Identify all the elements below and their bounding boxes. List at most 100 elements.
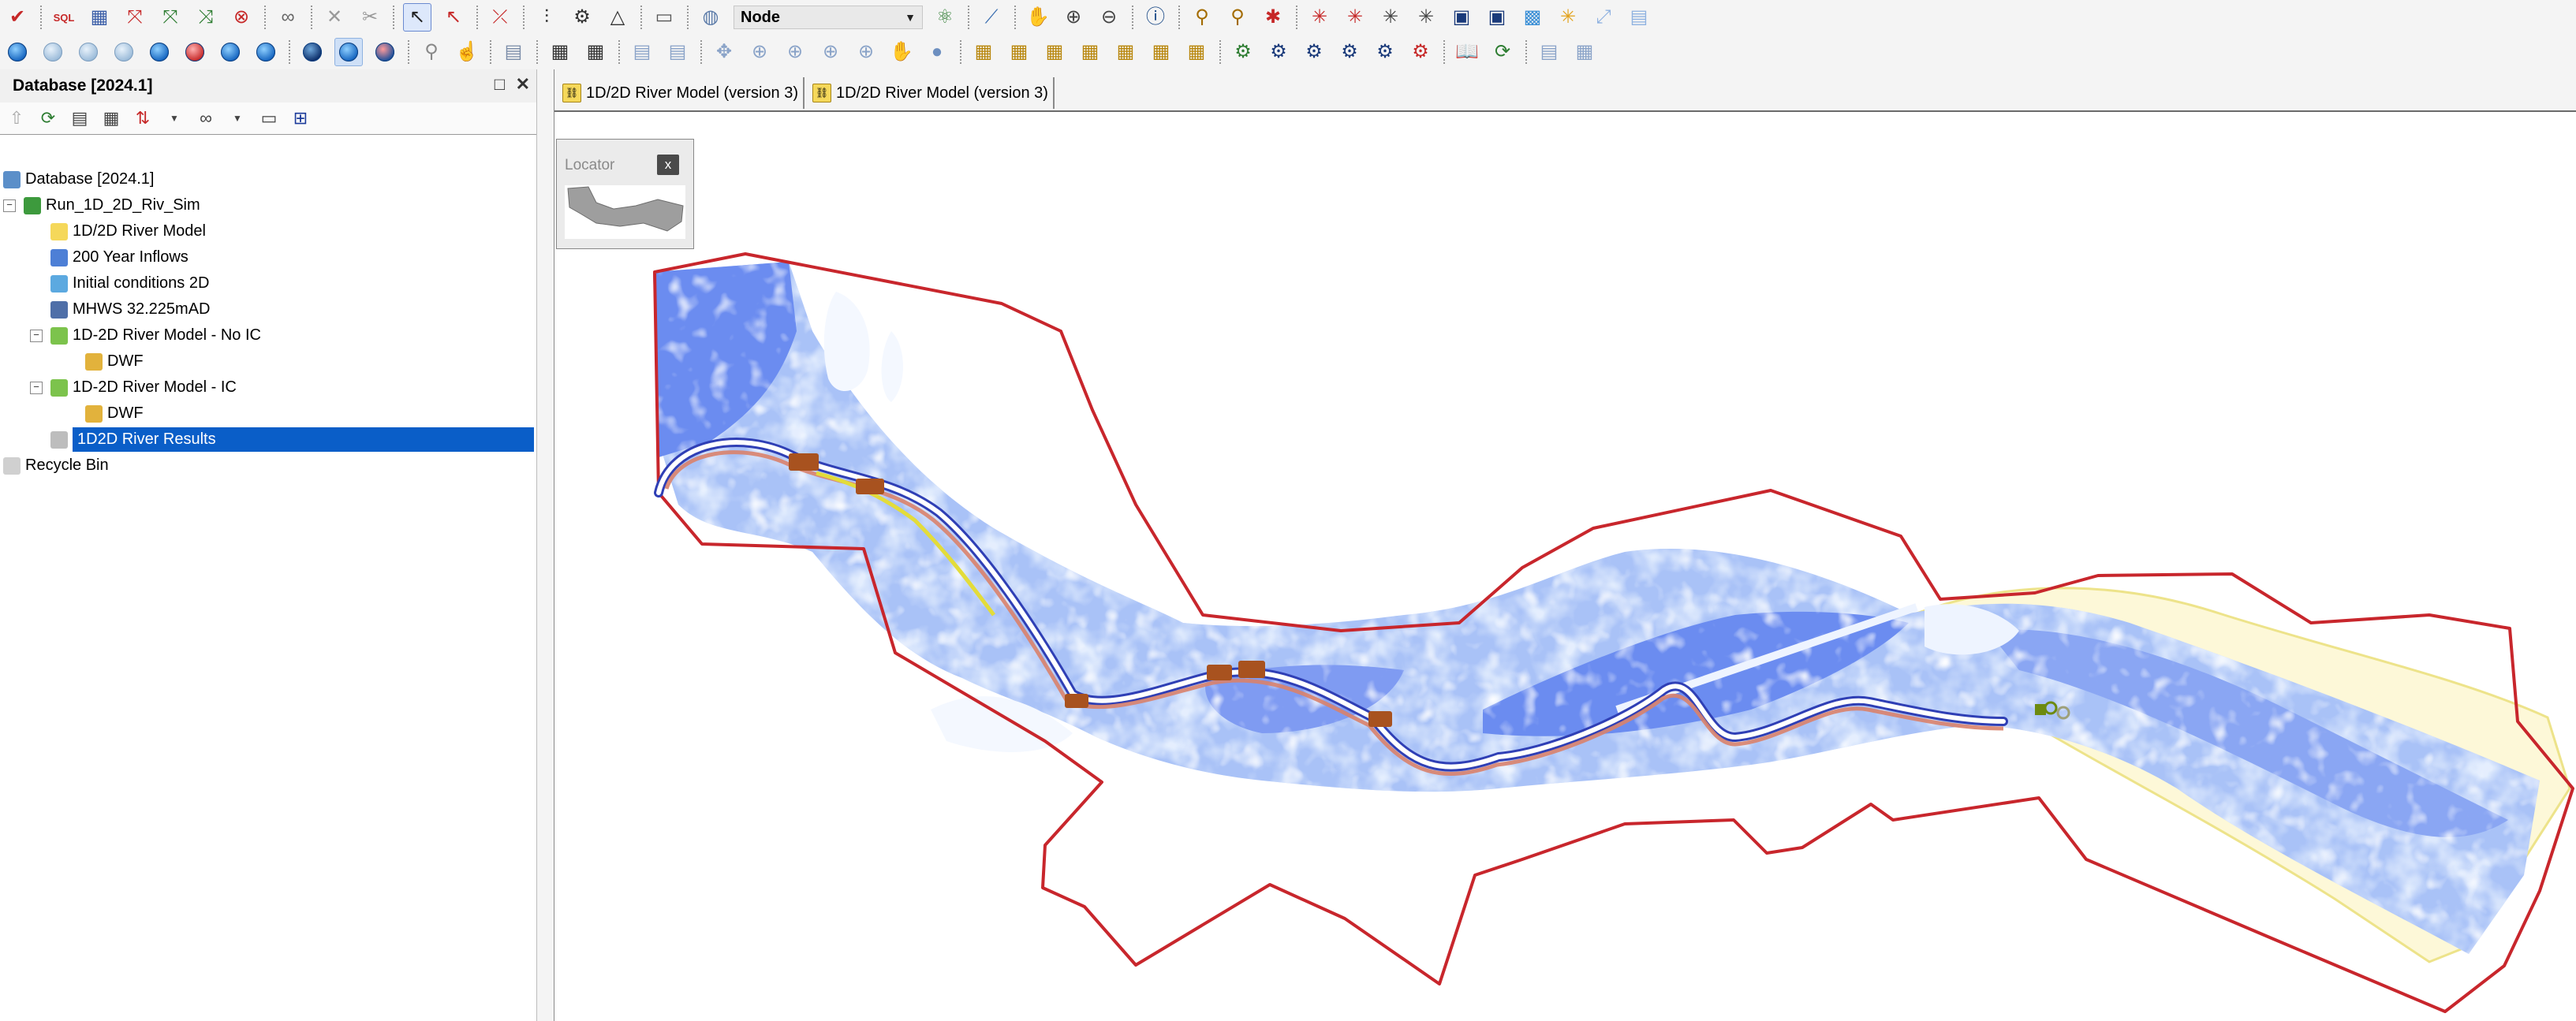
hand-pan-icon[interactable]: ✋	[1025, 4, 1051, 31]
select-red-icon[interactable]: ↖	[440, 4, 467, 31]
record-icon[interactable]	[181, 39, 208, 65]
tab-river-model-2[interactable]: ⛓ 1D/2D River Model (version 3)	[805, 77, 1055, 109]
ruler-icon[interactable]: ▭	[651, 4, 678, 31]
up-arrow-icon[interactable]: ⇧	[3, 105, 30, 132]
polygon-tool-icon[interactable]: ✳	[1413, 4, 1439, 31]
panel-splitter[interactable]	[537, 69, 554, 1021]
sql-icon[interactable]: SQL	[50, 4, 77, 31]
list-icon[interactable]: ▤	[66, 105, 93, 132]
trace-icon[interactable]: ⚙	[569, 4, 595, 31]
validate-icon[interactable]: ✔	[4, 4, 31, 31]
pause-back-icon[interactable]	[75, 39, 102, 65]
binoculars-icon[interactable]: ∞	[192, 105, 219, 132]
binoculars-icon[interactable]: ∞	[274, 4, 301, 31]
pan-all-icon[interactable]: ✥	[711, 39, 737, 65]
query-e-icon[interactable]: ⚙	[1372, 39, 1398, 65]
step-back-icon[interactable]	[39, 39, 66, 65]
network-mixed-icon[interactable]: ⤨	[192, 4, 219, 31]
tree-item[interactable]: − Run_1D_2D_Riv_Sim	[0, 192, 536, 218]
refresh-icon[interactable]: ⟳	[35, 105, 62, 132]
float-icon[interactable]: □	[495, 74, 505, 95]
find-icon[interactable]: ⚲	[1189, 4, 1215, 31]
profile-icon[interactable]: ⫶	[533, 4, 560, 31]
image-b-icon[interactable]: ▣	[1484, 4, 1510, 31]
collapse-icon[interactable]: −	[30, 381, 43, 394]
hierarchy-icon[interactable]: ⊞	[287, 105, 314, 132]
tree-item[interactable]: Database [2024.1]	[0, 166, 536, 192]
select-arrow-icon[interactable]: ↖	[403, 3, 431, 32]
grid-f-icon[interactable]: ▦	[1148, 39, 1174, 65]
tree-item[interactable]: − 1D-2D River Model - No IC	[0, 322, 536, 348]
cut-link-icon[interactable]: ✂	[357, 4, 383, 31]
close-icon[interactable]: ✕	[516, 74, 530, 95]
image-c-icon[interactable]: ▩	[1519, 4, 1546, 31]
refresh-icon[interactable]: ⟳	[1489, 39, 1516, 65]
measure-icon[interactable]: ⤫	[487, 4, 513, 31]
angle-icon[interactable]: △	[604, 4, 631, 31]
info-icon[interactable]: ⓘ	[1142, 4, 1169, 31]
sort-icon[interactable]: ⇅	[129, 105, 156, 132]
collapse-icon[interactable]: −	[30, 329, 43, 342]
geoplan-map[interactable]	[554, 112, 2576, 1021]
loop-icon[interactable]	[217, 39, 244, 65]
layer-icon[interactable]: ▤	[500, 39, 527, 65]
pipe-icon[interactable]: ⟋	[978, 4, 1005, 31]
tree-item[interactable]: Recycle Bin	[0, 453, 536, 479]
properties-icon[interactable]: ▦	[547, 39, 573, 65]
link-tool-icon[interactable]: ✳	[1342, 4, 1368, 31]
hand-b-icon[interactable]: ✋	[888, 39, 915, 65]
play-icon[interactable]	[146, 39, 173, 65]
query-b-icon[interactable]: ⚙	[1265, 39, 1292, 65]
query-f-icon[interactable]: ⚙	[1407, 39, 1434, 65]
tree-item[interactable]: 200 Year Inflows	[0, 244, 536, 270]
tab-river-model-1[interactable]: ⛓ 1D/2D River Model (version 3)	[554, 77, 805, 109]
find-next-icon[interactable]: ⚲	[1224, 4, 1251, 31]
tree-item[interactable]: MHWS 32.225mAD	[0, 296, 536, 322]
zoom-a-icon[interactable]: ⊕	[746, 39, 773, 65]
query-a-icon[interactable]: ⚙	[1230, 39, 1256, 65]
globe-icon[interactable]: ◍	[697, 4, 724, 31]
chevron-down-icon[interactable]: ▼	[161, 105, 188, 132]
grid-e-icon[interactable]: ▦	[1112, 39, 1139, 65]
grid-h-icon[interactable]: ▤	[1536, 39, 1562, 65]
tree-item[interactable]: − 1D-2D River Model - IC	[0, 374, 536, 401]
locator-close-button[interactable]: x	[657, 155, 679, 175]
zoom-b-icon[interactable]: ⊕	[782, 39, 808, 65]
collapse-icon[interactable]: −	[3, 199, 16, 212]
sphere-icon[interactable]: ●	[924, 39, 950, 65]
hand-select-icon[interactable]: ☝	[454, 39, 480, 65]
network-red-icon[interactable]: ⤧	[121, 4, 148, 31]
zoom-in-icon[interactable]: ⊕	[1060, 4, 1087, 31]
grid-i-icon[interactable]: ▦	[1571, 39, 1598, 65]
tree-item[interactable]: 1D2D River Results	[0, 427, 536, 453]
query-c-icon[interactable]: ⚙	[1301, 39, 1327, 65]
tree-item[interactable]: 1D/2D River Model	[0, 218, 536, 244]
network-delete-icon[interactable]: ⊗	[228, 4, 255, 31]
image-f-icon[interactable]: ▤	[1626, 4, 1652, 31]
step-forward-icon[interactable]	[110, 39, 137, 65]
network-green-icon[interactable]: ⤧	[157, 4, 184, 31]
grid-icon[interactable]: ▦	[98, 105, 125, 132]
grid-d-icon[interactable]: ▦	[1077, 39, 1103, 65]
tree-item[interactable]: DWF	[0, 348, 536, 374]
grid-view-a-icon[interactable]: ▤	[629, 39, 655, 65]
tree-item[interactable]: DWF	[0, 401, 536, 427]
fast-forward-icon[interactable]	[252, 39, 279, 65]
subcatch-tool-icon[interactable]: ✳	[1377, 4, 1404, 31]
image-a-icon[interactable]: ▣	[1448, 4, 1475, 31]
window-icon[interactable]: ▭	[256, 105, 282, 132]
grid-a-icon[interactable]: ▦	[970, 39, 997, 65]
flow-icon[interactable]: ⚛	[931, 4, 958, 31]
zoom-d-icon[interactable]: ⊕	[853, 39, 879, 65]
grid-b-icon[interactable]: ▦	[1006, 39, 1032, 65]
delete-icon[interactable]: ✕	[321, 4, 348, 31]
graph-icon[interactable]	[299, 39, 326, 65]
zoom-out-icon[interactable]: ⊖	[1096, 4, 1122, 31]
image-e-icon[interactable]: ⤢	[1590, 4, 1617, 31]
zoom-network-icon[interactable]: ⚲	[418, 39, 445, 65]
book-icon[interactable]: 📖	[1454, 39, 1480, 65]
locator-thumbnail[interactable]	[565, 185, 685, 239]
tree-item[interactable]: Initial conditions 2D	[0, 270, 536, 296]
table-icon[interactable]: ▦	[582, 39, 609, 65]
object-type-select[interactable]: Node ▼	[734, 6, 923, 29]
